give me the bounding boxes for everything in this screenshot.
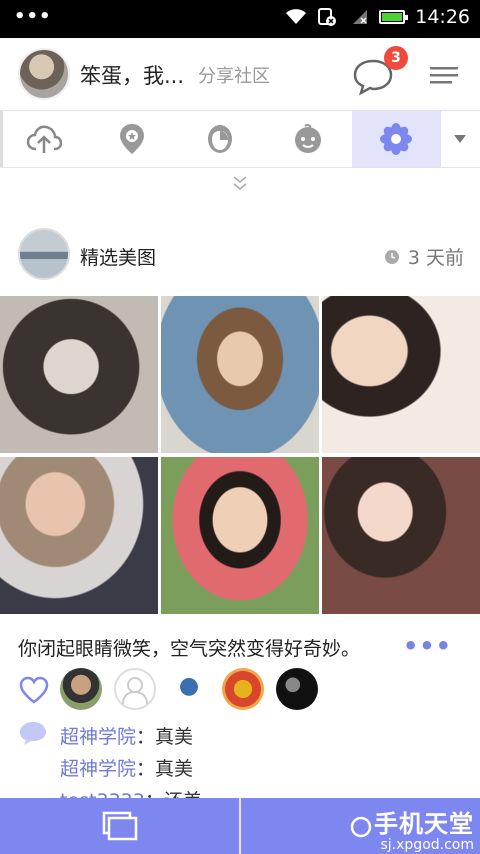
face-outline-icon — [208, 125, 232, 153]
photo-3[interactable] — [322, 296, 480, 453]
heart-icon[interactable] — [18, 676, 50, 704]
gallery-icon — [102, 811, 137, 841]
pinwheel-icon — [380, 123, 412, 155]
photo-1[interactable] — [0, 296, 158, 453]
liker-avatar[interactable] — [168, 668, 210, 710]
post-timestamp: 3 天前 — [384, 243, 464, 270]
post-time-text: 3 天前 — [407, 247, 464, 269]
tab-upload[interactable] — [0, 111, 88, 167]
tabs-dropdown-button[interactable] — [440, 111, 478, 167]
photo-2[interactable] — [161, 296, 319, 453]
liker-avatar[interactable] — [276, 668, 318, 710]
site-watermark: 手机天堂 sj.xpgod.com — [374, 804, 474, 853]
menu-icon[interactable] — [430, 64, 458, 86]
liker-avatars — [60, 668, 318, 710]
more-options-icon[interactable]: ••• — [403, 632, 452, 660]
comment-item: 超神学院：真美 — [60, 754, 193, 781]
cloud-upload-icon — [26, 125, 62, 153]
user-avatar[interactable] — [18, 48, 70, 100]
comment-item: 超神学院：真美 — [60, 722, 193, 749]
liker-avatar[interactable] — [114, 668, 156, 710]
watermark-sub: sj.xpgod.com — [380, 837, 475, 853]
tab-person[interactable] — [176, 111, 264, 167]
notification-badge: 3 — [384, 46, 408, 70]
more-notifications-icon: ••• — [14, 6, 52, 27]
signal-icon — [353, 10, 368, 24]
header-subtitle: 分享社区 — [198, 66, 270, 87]
tab-location[interactable] — [88, 111, 176, 167]
liker-avatar[interactable] — [222, 668, 264, 710]
sim-icon — [318, 8, 337, 26]
baby-face-icon — [295, 123, 321, 153]
tab-baby[interactable] — [264, 111, 352, 167]
triangle-down-icon — [453, 135, 466, 143]
bottom-divider — [239, 798, 241, 854]
clock: 14:26 — [415, 6, 470, 28]
clock-icon — [384, 249, 399, 264]
post-caption: 你闭起眼睛微笑，空气突然变得好奇妙。 — [18, 638, 361, 660]
comment-text: ：真美 — [136, 726, 194, 748]
status-bar: ••• 14:26 — [0, 0, 480, 38]
photo-5[interactable] — [161, 457, 319, 614]
app-header: 笨蛋，我... 分享社区 3 — [0, 38, 480, 110]
photo-4[interactable] — [0, 457, 158, 614]
battery-icon — [379, 10, 409, 24]
liker-avatar[interactable] — [60, 668, 102, 710]
comment-author[interactable]: 超神学院 — [60, 758, 136, 780]
comment-author[interactable]: 超神学院 — [60, 726, 136, 748]
location-pin-icon — [120, 124, 144, 154]
category-tabs — [0, 110, 480, 168]
comment-bubble-icon[interactable] — [18, 720, 48, 746]
header-title: 笨蛋，我... — [80, 64, 185, 88]
comment-text: ：真美 — [136, 758, 194, 780]
watermark-main: 手机天堂 — [374, 810, 474, 838]
wifi-icon — [286, 9, 307, 24]
tab-flower[interactable] — [352, 111, 440, 167]
photo-grid — [0, 296, 480, 614]
tabs-left-edge — [0, 111, 3, 167]
photo-6[interactable] — [322, 457, 480, 614]
default-user-icon — [122, 677, 148, 705]
post-title[interactable]: 精选美图 — [80, 243, 156, 270]
gallery-button[interactable] — [0, 798, 239, 854]
expand-chevron-icon[interactable] — [230, 174, 250, 192]
post-author-avatar[interactable] — [18, 228, 70, 280]
